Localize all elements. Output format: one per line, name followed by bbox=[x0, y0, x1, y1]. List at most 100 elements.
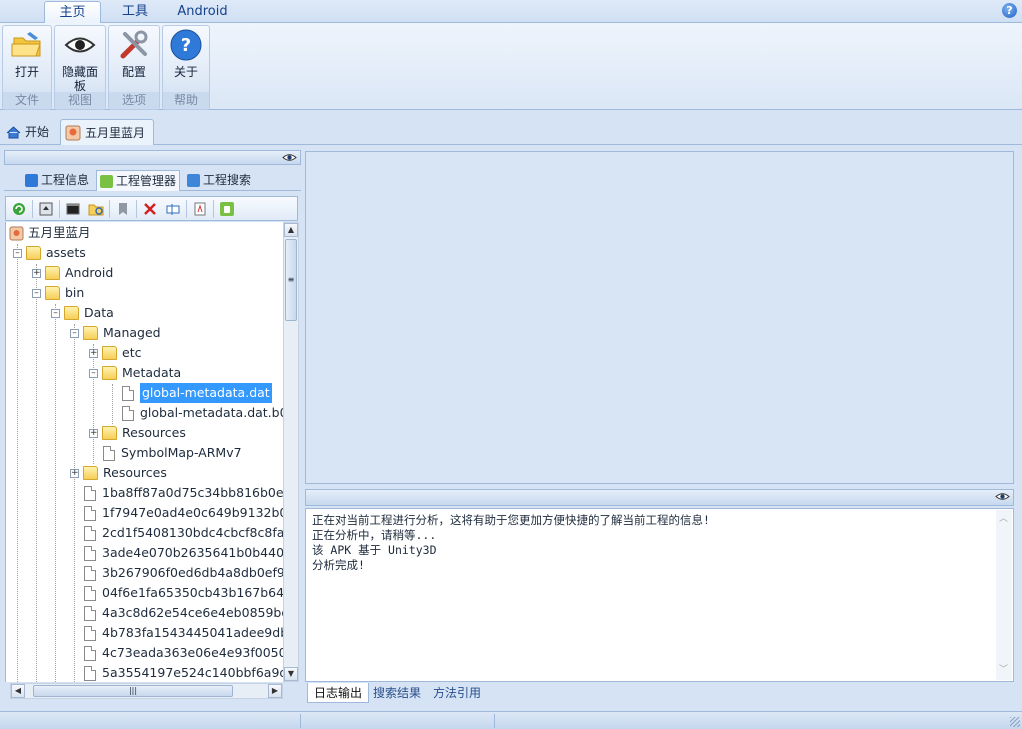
tree-node[interactable]: 5a3554197e524c140bbf6a9d4c bbox=[84, 663, 283, 682]
delete-button[interactable] bbox=[140, 199, 160, 219]
tree-node[interactable]: + Resources bbox=[70, 463, 167, 483]
expand-toggle[interactable]: + bbox=[32, 268, 41, 278]
refresh-button[interactable] bbox=[9, 199, 29, 219]
scroll-up-arrow[interactable]: ︿ bbox=[999, 512, 1008, 527]
text-file-button[interactable] bbox=[190, 199, 210, 219]
open-button[interactable]: 打开 bbox=[5, 28, 49, 79]
tab-home[interactable]: 主页 bbox=[44, 1, 101, 24]
tree-root[interactable]: 五月里蓝月 bbox=[9, 223, 91, 243]
tab-method-references[interactable]: 方法引用 bbox=[427, 683, 487, 703]
collapse-toggle[interactable]: – bbox=[13, 248, 22, 258]
file-icon bbox=[84, 605, 96, 621]
tree-node[interactable]: – Managed bbox=[70, 323, 161, 343]
scroll-up-arrow[interactable]: ▲ bbox=[284, 223, 298, 237]
tree-node[interactable]: – assets bbox=[13, 243, 86, 263]
tree-node[interactable]: + Android bbox=[32, 263, 113, 283]
tree-node[interactable]: – Metadata bbox=[89, 363, 181, 383]
preview-area bbox=[305, 151, 1014, 484]
toolbar-divider bbox=[59, 199, 60, 218]
tab-android[interactable]: Android bbox=[170, 1, 235, 23]
file-icon bbox=[84, 545, 96, 561]
tree-node[interactable]: 4c73eada363e06e4e93f005000 bbox=[84, 643, 283, 663]
tree-node[interactable]: SymbolMap-ARMv7 bbox=[103, 443, 242, 463]
help-icon[interactable]: ? bbox=[1002, 3, 1017, 18]
tree-node[interactable]: 1f7947e0ad4e0c649b9132b0f8 bbox=[84, 503, 283, 523]
project-tree[interactable]: 五月里蓝月 – assets + Android – bin – Data – Manag… bbox=[5, 222, 283, 682]
log-output[interactable]: 正在对当前工程进行分析，这将有助于您更加方便快捷的了解当前工程的信息! 正在分析… bbox=[305, 508, 1014, 682]
tree-node[interactable]: 4b783fa1543445041adee9dbe bbox=[84, 623, 283, 643]
resize-grip[interactable] bbox=[1010, 717, 1020, 727]
collapse-toggle[interactable]: – bbox=[32, 288, 41, 298]
tab-start[interactable]: 开始 bbox=[2, 119, 58, 145]
tree-node-label: 2cd1f5408130bdc4cbcf8c8fab8 bbox=[102, 525, 283, 540]
expand-toggle[interactable]: + bbox=[89, 428, 98, 438]
tree-node[interactable]: 04f6e1fa65350cb43b167b6409 bbox=[84, 583, 283, 603]
scroll-right-arrow[interactable]: ▶ bbox=[268, 684, 282, 698]
tab-project-search[interactable]: 工程搜索 bbox=[184, 170, 254, 191]
tree-node-label: 5a3554197e524c140bbf6a9d4c bbox=[102, 665, 283, 680]
document-tab-bar: 开始 五月里蓝月 bbox=[0, 117, 1022, 145]
export-button[interactable] bbox=[36, 199, 56, 219]
tree-node[interactable]: – Data bbox=[51, 303, 114, 323]
log-line: 该 APK 基于 Unity3D bbox=[312, 543, 437, 557]
tree-node-label: 1f7947e0ad4e0c649b9132b0f8 bbox=[102, 505, 283, 520]
text-file-icon bbox=[194, 202, 206, 215]
scroll-thumb[interactable]: ||| bbox=[33, 685, 233, 697]
tree-node[interactable]: – bin bbox=[32, 283, 84, 303]
tab-tools[interactable]: 工具 bbox=[110, 1, 160, 23]
tab-log-output[interactable]: 日志输出 bbox=[307, 683, 370, 703]
expand-toggle[interactable]: + bbox=[89, 348, 98, 358]
scroll-down-arrow[interactable]: ﹀ bbox=[999, 663, 1008, 678]
about-label: 关于 bbox=[173, 65, 198, 79]
tab-project[interactable]: 五月里蓝月 bbox=[60, 119, 154, 145]
log-line: 正在分析中，请稍等... bbox=[312, 528, 437, 542]
collapse-toggle[interactable]: – bbox=[51, 308, 60, 318]
tree-toolbar bbox=[5, 196, 298, 221]
scroll-thumb[interactable]: ≡ bbox=[285, 239, 297, 321]
tree-node[interactable]: 3b267906f0ed6db4a8db0ef997 bbox=[84, 563, 283, 583]
tree-guide bbox=[74, 324, 75, 682]
about-button[interactable]: ? 关于 bbox=[165, 28, 207, 79]
tree-node-selected[interactable]: global-metadata.dat bbox=[122, 383, 272, 403]
folder-icon bbox=[102, 366, 117, 380]
collapse-toggle[interactable]: – bbox=[89, 368, 98, 378]
tree-vertical-scrollbar[interactable]: ▲ ≡ ▼ bbox=[283, 222, 299, 682]
tree-node-label: 3ade4e070b2635641b0b4405c bbox=[102, 545, 283, 560]
refresh-icon bbox=[13, 202, 25, 215]
scroll-down-arrow[interactable]: ▼ bbox=[284, 667, 298, 681]
console-button[interactable] bbox=[63, 199, 83, 219]
scroll-left-arrow[interactable]: ◀ bbox=[11, 684, 25, 698]
tree-node-label: 1ba8ff87a0d75c34bb816b0e2e bbox=[102, 485, 283, 500]
tree-node[interactable]: + Resources bbox=[89, 423, 186, 443]
collapse-toggle[interactable]: – bbox=[70, 328, 79, 338]
tree-node-label: 4b783fa1543445041adee9dbe bbox=[102, 625, 283, 640]
tab-search-results[interactable]: 搜索结果 bbox=[367, 683, 427, 703]
eye-icon[interactable] bbox=[995, 491, 1010, 502]
file-icon bbox=[122, 405, 134, 421]
open-folder-icon bbox=[11, 32, 41, 57]
tree-node[interactable]: 3ade4e070b2635641b0b4405c bbox=[84, 543, 283, 563]
project-tab-bar: 工程信息 工程管理器 工程搜索 bbox=[4, 168, 301, 191]
tab-project-manager[interactable]: 工程管理器 bbox=[96, 170, 181, 191]
ribbon-group-options: 配置 选项 bbox=[108, 25, 160, 110]
tree-node[interactable]: + etc bbox=[89, 343, 141, 363]
eye-icon[interactable] bbox=[282, 152, 297, 163]
home-icon bbox=[6, 125, 21, 138]
tab-project-info[interactable]: 工程信息 bbox=[22, 170, 92, 191]
tree-node[interactable]: global-metadata.dat.b00 bbox=[122, 403, 283, 423]
android-icon bbox=[100, 174, 113, 188]
hide-panel-button[interactable]: 隐藏面板 bbox=[57, 28, 103, 93]
tree-guide bbox=[17, 244, 18, 682]
tree-horizontal-scrollbar[interactable]: ◀ ||| ▶ bbox=[10, 683, 283, 699]
android-button[interactable] bbox=[217, 199, 237, 219]
tree-node-label: assets bbox=[46, 245, 86, 260]
config-button[interactable]: 配置 bbox=[111, 28, 157, 79]
tree-node[interactable]: 4a3c8d62e54ce6e4eb0859bdd bbox=[84, 603, 283, 623]
find-button[interactable] bbox=[86, 199, 106, 219]
tree-node[interactable]: 2cd1f5408130bdc4cbcf8c8fab8 bbox=[84, 523, 283, 543]
tree-node[interactable]: 1ba8ff87a0d75c34bb816b0e2e bbox=[84, 483, 283, 503]
bookmark-button[interactable] bbox=[113, 199, 133, 219]
expand-toggle[interactable]: + bbox=[70, 468, 79, 478]
rename-button[interactable] bbox=[163, 199, 183, 219]
log-scrollbar[interactable]: ︿ ﹀ bbox=[996, 510, 1012, 680]
